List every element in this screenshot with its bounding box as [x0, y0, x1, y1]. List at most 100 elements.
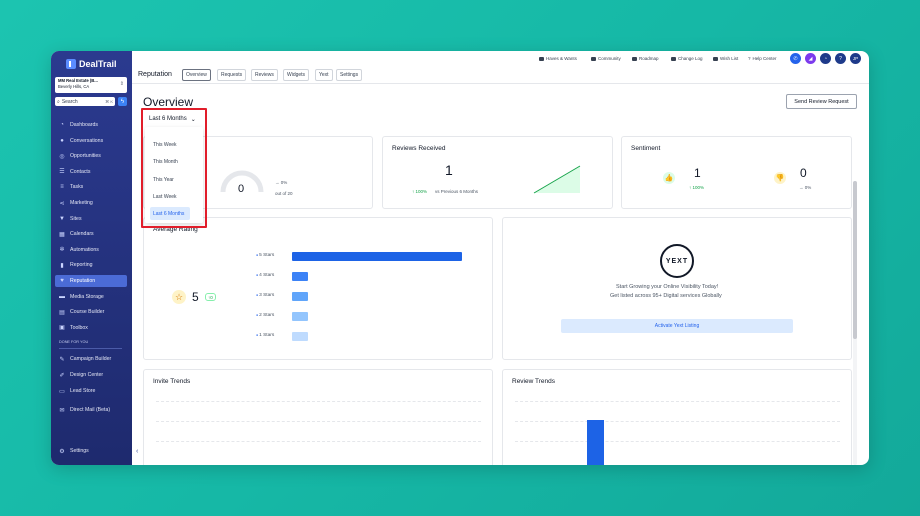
tab-settings[interactable]: Settings	[336, 69, 363, 81]
sidebar-item-dashboards[interactable]: ◔ Dashboards	[55, 119, 127, 131]
sentiment-card: Sentiment 👍 1 ↑ 100% 👎 0 → 0%	[621, 136, 852, 209]
sidebar-item-sites[interactable]: ▼ Sites	[55, 213, 127, 225]
sidebar-item-label: Reputation	[70, 278, 96, 284]
sidebar-item-label: Dashboards	[70, 122, 98, 128]
megaphone-button[interactable]: ◢	[805, 53, 816, 64]
brand-name: DealTrail	[79, 59, 117, 69]
brand-logo[interactable]: DealTrail	[66, 59, 117, 69]
gear-icon: ⚙	[59, 448, 65, 455]
main-content: Overview Send Review Request 0 → 0% out …	[132, 84, 869, 465]
rating-row-label: ● 5 Stars	[256, 253, 275, 258]
scrollbar[interactable]	[853, 181, 857, 465]
review-trend-bar	[587, 420, 604, 465]
phone-button[interactable]: ✆	[790, 53, 801, 64]
tab-widgets[interactable]: Widgets	[283, 69, 310, 81]
tab-reviews[interactable]: Reviews	[251, 69, 278, 81]
top-link-roadmap[interactable]: Roadmap	[632, 56, 659, 61]
sidebar-item-course-builder[interactable]: ▤ Course Builder	[55, 306, 127, 318]
help-button[interactable]: ?	[835, 53, 846, 64]
reviews-received-change: ↑ 100%	[412, 189, 428, 194]
sidebar-item-label: Sites	[70, 215, 82, 222]
card-title: Sentiment	[631, 145, 661, 152]
sidebar-item-contacts[interactable]: ☰ Contacts	[55, 166, 127, 178]
campaign-icon: ✎	[59, 356, 65, 363]
quick-action-button[interactable]: ϟ	[118, 97, 127, 106]
notifications-button[interactable]: ◔	[820, 53, 831, 64]
period-option-last-week[interactable]: Last Week	[150, 190, 190, 203]
search-placeholder: Search	[61, 98, 78, 105]
review-trends-card: Review Trends	[502, 369, 852, 465]
sidebar-divider	[59, 348, 122, 349]
location-switcher[interactable]: MM Real Estate (B... Beverly Hills, CA ⇕	[55, 77, 127, 93]
folder-icon: ▬	[59, 293, 65, 300]
mail-icon: ✉	[59, 407, 65, 414]
top-link-haves-wants[interactable]: Haves & Wants	[539, 56, 577, 61]
sidebar-item-tasks[interactable]: ≡ Tasks	[55, 181, 127, 193]
sidebar-item-automations[interactable]: ✲ Automations	[55, 244, 127, 256]
top-link-help-center[interactable]: ? Help Center	[748, 56, 777, 61]
sidebar-item-opportunities[interactable]: ◎ Opportunities	[55, 150, 127, 162]
sidebar-item-label: Settings	[70, 448, 89, 454]
sidebar-item-calendars[interactable]: ▦ Calendars	[55, 228, 127, 240]
reputation-tabs: Reputation Overview Requests Reviews Wid…	[132, 68, 869, 84]
tab-yext[interactable]: Yext	[315, 69, 333, 81]
map-icon	[632, 56, 637, 61]
sidebar-item-label: Campaign Builder	[70, 356, 112, 362]
grid-line	[156, 421, 481, 422]
avatar[interactable]: JP	[850, 53, 861, 64]
sidebar-item-media-storage[interactable]: ▬ Media Storage	[55, 291, 127, 303]
sidebar-item-conversations[interactable]: ● Conversations	[55, 135, 127, 147]
sidebar-item-label: Opportunities	[70, 153, 101, 160]
yext-logo: YEXT	[660, 244, 694, 278]
activate-yext-button[interactable]: Activate Yext Listing	[561, 319, 793, 333]
rating-row-label: ● 1 Stars	[256, 333, 275, 338]
top-link-community[interactable]: Community	[591, 56, 621, 61]
scrollbar-thumb[interactable]	[853, 181, 857, 339]
reviews-received-value: 1	[445, 162, 453, 178]
period-option-last-6-months[interactable]: Last 6 Months	[150, 207, 190, 220]
star-icon: ☆	[172, 290, 186, 304]
grid-line	[156, 401, 481, 402]
phone-icon: ✆	[793, 55, 798, 62]
sidebar-item-campaign-builder[interactable]: ✎ Campaign Builder	[55, 353, 127, 365]
tab-overview[interactable]: Overview	[182, 69, 211, 81]
send-review-request-button[interactable]: Send Review Request	[786, 94, 857, 109]
sidebar-item-label: Automations	[70, 246, 99, 253]
top-link-change-log[interactable]: Change Log	[671, 56, 703, 61]
sidebar-item-direct-mail-beta[interactable]: ✉ Direct Mail (Beta)	[55, 404, 127, 416]
location-city: Beverly Hills, CA	[58, 84, 90, 89]
chevron-updown-icon: ⇕	[119, 81, 124, 87]
top-link-wish-list[interactable]: Wish List	[713, 56, 738, 61]
period-option-this-week[interactable]: This Week	[150, 138, 190, 151]
sidebar-item-reporting[interactable]: ▮ Reporting	[55, 259, 127, 271]
chat-icon: ●	[60, 137, 64, 144]
sidebar-item-marketing[interactable]: ⋖ Marketing	[55, 197, 127, 209]
rating-row-label: ● 3 Stars	[256, 293, 275, 298]
period-option-this-year[interactable]: This Year	[150, 173, 190, 186]
reviews-received-compare: vs Previous 6 Months	[435, 189, 479, 194]
logo-icon	[66, 59, 76, 69]
sidebar-item-label: Marketing	[70, 200, 93, 206]
yext-headline: Start Growing your Online Visibility Tod…	[616, 284, 719, 290]
sidebar-item-design-center[interactable]: ✐ Design Center	[55, 369, 127, 381]
sidebar-item-settings[interactable]: ⚙ Settings	[55, 445, 127, 457]
rating-row-label: ● 4 Stars	[256, 273, 275, 278]
period-option-this-month[interactable]: This Month	[150, 155, 190, 168]
tab-requests[interactable]: Requests	[217, 69, 247, 81]
search-input[interactable]: ⌕ Search ⌘ K	[55, 97, 115, 106]
community-icon	[591, 56, 596, 61]
yext-card: YEXT Start Growing your Online Visibilit…	[502, 217, 852, 360]
page-title: Overview	[143, 95, 194, 109]
grid-line	[515, 421, 840, 422]
sidebar-item-toolbox[interactable]: ▣ Toolbox	[55, 322, 127, 334]
course-icon: ▤	[59, 309, 65, 316]
sidebar-item-label: Calendars	[70, 231, 94, 238]
sidebar-item-label: Media Storage	[70, 293, 104, 300]
card-title: Average Rating	[153, 226, 198, 233]
requests-change: → 0%	[275, 180, 288, 185]
sidebar-item-reputation[interactable]: ♥ Reputation	[55, 275, 127, 287]
period-select[interactable]: Last 6 Months ⌄	[144, 110, 204, 128]
sidebar-item-lead-store[interactable]: ▭ Lead Store	[55, 385, 127, 397]
search-shortcut: ⌘ K	[105, 99, 113, 104]
filter-icon: ▼	[59, 215, 65, 222]
